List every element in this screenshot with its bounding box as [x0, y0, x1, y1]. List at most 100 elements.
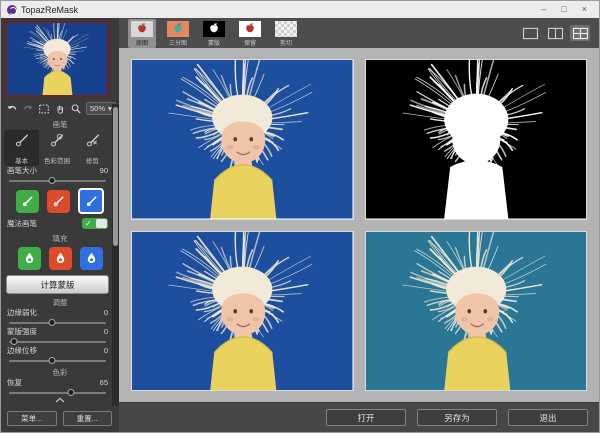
close-button[interactable]: ×: [582, 5, 587, 14]
panel-mask[interactable]: [365, 59, 588, 220]
slider-handle[interactable]: [49, 319, 56, 326]
preview-grid: [119, 48, 599, 402]
color-slider-1[interactable]: 恢复 65: [1, 378, 119, 397]
slider-label: 蒙版强度: [7, 327, 37, 337]
slider-label: 恢复: [7, 378, 22, 388]
open-button[interactable]: 打开: [326, 409, 406, 426]
redo-icon[interactable]: [22, 102, 34, 115]
tab-label: 蒙版: [208, 38, 220, 47]
view-tabs: 原图 三分图 蒙版 保留 剪切: [128, 19, 300, 48]
save-as-button[interactable]: 另存为: [417, 409, 497, 426]
slider-value: 0: [104, 346, 108, 356]
adjust-slider-1[interactable]: 边缘弱化 0: [1, 308, 119, 327]
menu-button[interactable]: 菜单...: [7, 411, 57, 426]
brush-size-slider[interactable]: 画笔大小 90: [1, 166, 119, 185]
compute-fill-button[interactable]: [80, 247, 103, 270]
slider-label: 边缘弱化: [7, 308, 37, 318]
keep-fill-button[interactable]: [18, 247, 41, 270]
sidebar-scrollbar[interactable]: [112, 104, 119, 406]
minimize-button[interactable]: –: [541, 5, 546, 14]
app-logo-icon: [7, 5, 17, 15]
brush-tool-icon: [83, 132, 102, 155]
magic-brush-label: 魔法画笔: [7, 218, 37, 229]
tab-3[interactable]: 蒙版: [200, 19, 228, 48]
tab-4[interactable]: 保留: [236, 19, 264, 48]
slider-handle[interactable]: [67, 389, 74, 396]
apple-trimap-view-icon: [167, 21, 189, 37]
toggle-knob: [96, 219, 107, 228]
slider-handle[interactable]: [49, 357, 56, 364]
brush-size-label: 画笔大小: [7, 166, 37, 176]
brush-tool-label: 修剪: [86, 155, 99, 165]
adjust-section-header: 调整: [1, 297, 119, 308]
adjust-slider-3[interactable]: 边缘位移 0: [1, 346, 119, 365]
sidebar-footer: 菜单... 重置...: [1, 408, 119, 432]
quad-view-button[interactable]: [570, 25, 590, 41]
zoom-level-value: 50%: [90, 104, 105, 113]
slider-handle[interactable]: [11, 338, 18, 345]
brush-color-buttons: [1, 185, 119, 216]
apple-original-view-icon: [131, 21, 153, 37]
marquee-select-icon[interactable]: [38, 102, 50, 115]
reset-button[interactable]: 重置...: [63, 411, 113, 426]
adjust-sliders: 边缘弱化 0 蒙版强度 0 边缘位移 0: [1, 308, 119, 365]
cut-brush-button[interactable]: [47, 190, 70, 213]
footer-bar: 打开 另存为 退出: [119, 402, 599, 432]
apple-transparent-view-icon: [275, 21, 297, 37]
preview-thumbnail[interactable]: [5, 21, 109, 97]
apple-keep-view-icon: [239, 21, 261, 37]
tab-2[interactable]: 三分图: [164, 19, 192, 48]
title-bar: TopazReMask – □ ×: [1, 1, 599, 18]
split-view-button[interactable]: [545, 25, 565, 41]
layout-buttons: [520, 25, 590, 41]
sidebar-toolbar: 50% ▾: [1, 99, 119, 117]
slider-value: 0: [104, 327, 108, 337]
single-view-button[interactable]: [520, 25, 540, 41]
slider-value: 0: [104, 308, 108, 318]
apple-mask-view-icon: [203, 21, 225, 37]
brush-tool-2[interactable]: 色彩范围: [39, 130, 74, 166]
compute-mask-button[interactable]: 计算蒙版: [6, 275, 109, 294]
panel-original-top[interactable]: [131, 59, 354, 220]
tab-label: 剪切: [280, 38, 292, 47]
cut-fill-button[interactable]: [49, 247, 72, 270]
slider-handle[interactable]: [49, 177, 56, 184]
maximize-button[interactable]: □: [561, 5, 566, 14]
magic-brush-toggle[interactable]: ✓: [82, 218, 108, 229]
adjust-slider-2[interactable]: 蒙版强度 0: [1, 327, 119, 346]
app-window: TopazReMask – □ ×: [0, 0, 600, 433]
sidebar-collapse-chevron[interactable]: [1, 397, 119, 403]
brush-tool-1[interactable]: 基本: [4, 130, 39, 166]
magic-brush-row: 魔法画笔 ✓: [1, 216, 119, 231]
scrollbar-thumb[interactable]: [113, 107, 118, 246]
fill-buttons: [1, 244, 119, 272]
brush-tool-icon: [47, 132, 66, 155]
pan-hand-icon[interactable]: [54, 102, 66, 115]
tab-label: 原图: [136, 38, 148, 47]
color-section-header: 色彩: [1, 367, 119, 378]
check-icon: ✓: [85, 218, 92, 229]
fill-section-header: 填充: [1, 233, 119, 244]
zoom-icon[interactable]: [70, 102, 82, 115]
keep-brush-button[interactable]: [16, 190, 39, 213]
tab-label: 保留: [244, 38, 256, 47]
tab-label: 三分图: [169, 38, 187, 47]
brush-tool-label: 色彩范围: [44, 155, 70, 165]
window-title: TopazReMask: [21, 5, 78, 15]
tab-1[interactable]: 原图: [128, 19, 156, 48]
brush-tools-row: 基本色彩范围 修剪: [1, 130, 119, 166]
panel-cutout[interactable]: [365, 231, 588, 392]
view-tabs-bar: 原图 三分图 蒙版 保留 剪切: [119, 18, 599, 48]
undo-icon[interactable]: [6, 102, 18, 115]
panel-original-bottom[interactable]: [131, 231, 354, 392]
slider-label: 边缘位移: [7, 346, 37, 356]
brush-tool-icon: [12, 132, 31, 155]
tab-5[interactable]: 剪切: [272, 19, 300, 48]
brush-size-value: 90: [100, 166, 108, 176]
tool-sidebar: 50% ▾ 画笔 基本色彩范围 修剪 画笔大小 90 魔法画笔 ✓: [1, 18, 119, 432]
brush-section-header: 画笔: [1, 119, 119, 130]
exit-button[interactable]: 退出: [508, 409, 588, 426]
compute-brush-button[interactable]: [78, 188, 104, 214]
color-sliders: 恢复 65: [1, 378, 119, 397]
brush-tool-3[interactable]: 修剪: [75, 130, 110, 166]
